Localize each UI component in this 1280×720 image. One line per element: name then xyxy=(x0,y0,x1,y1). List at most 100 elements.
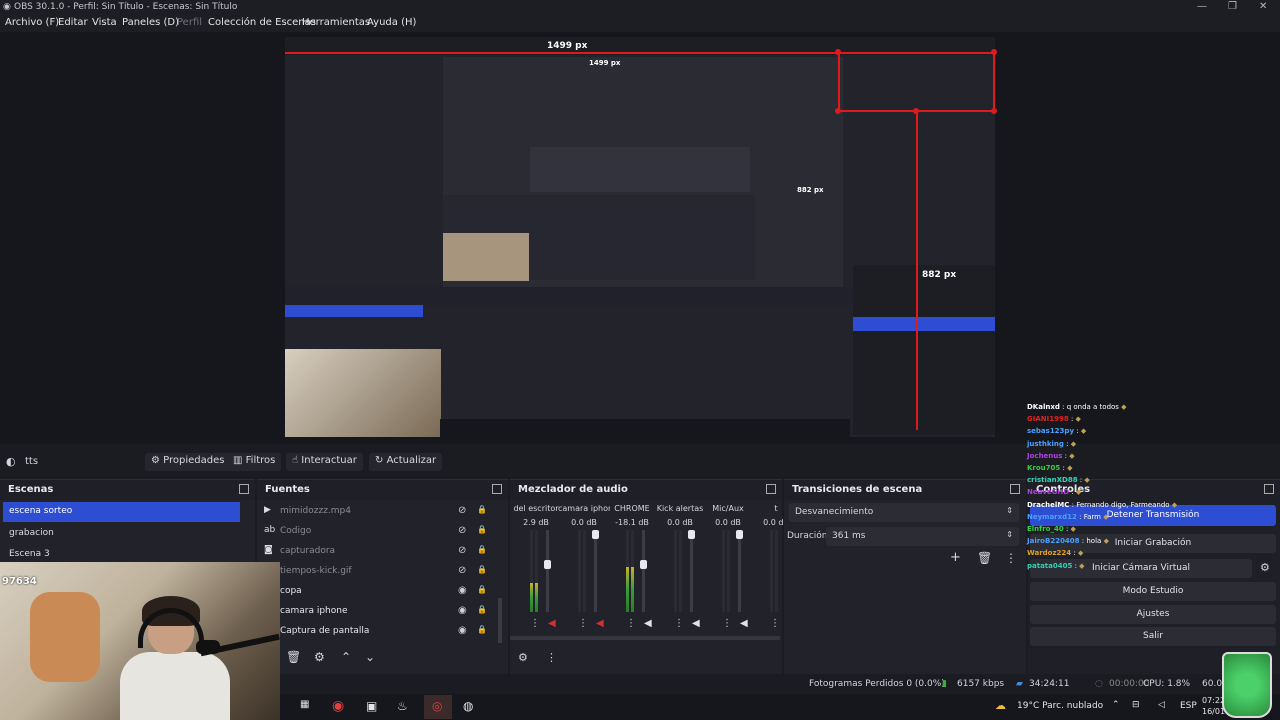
studio-mode-button[interactable]: Modo Estudio xyxy=(1030,582,1276,601)
close-button[interactable]: ✕ xyxy=(1259,1,1267,12)
channel-menu-icon[interactable]: ⋮ xyxy=(770,618,780,629)
trash-icon[interactable]: 🗑 xyxy=(286,650,301,664)
exit-button[interactable]: Salir xyxy=(1030,627,1276,646)
source-item[interactable]: ▨tiempos-kick.gif⊘🔒 xyxy=(262,563,502,582)
speaker-icon[interactable]: ◀ xyxy=(644,618,652,629)
menu-coleccion[interactable]: Colección de Escenas xyxy=(208,17,316,28)
up-arrow-icon[interactable]: ⌃ xyxy=(341,650,351,664)
channel-menu-icon[interactable]: ⋮ xyxy=(722,618,732,629)
preview-area[interactable]: 1499 px 882 px 1499 px 882 px xyxy=(0,32,1280,444)
menu-herramientas[interactable]: Herramientas xyxy=(302,17,370,28)
sources-scrollbar[interactable] xyxy=(498,598,502,643)
transition-menu-icon[interactable]: ⋮ xyxy=(1005,551,1017,565)
minimize-button[interactable]: — xyxy=(1197,1,1207,12)
chat-user: DKalnxd xyxy=(1027,403,1060,411)
filters-button[interactable]: ▥ Filtros xyxy=(227,453,282,471)
obs-task-icon[interactable]: ◎ xyxy=(432,699,442,713)
virtual-cam-gear-icon[interactable]: ⚙ xyxy=(1260,561,1270,574)
language-indicator[interactable]: ESP xyxy=(1180,701,1197,711)
menu-paneles[interactable]: Paneles (D) xyxy=(122,17,179,28)
fader-handle[interactable] xyxy=(640,560,647,569)
transition-select[interactable]: Desvanecimiento ⇕ xyxy=(789,503,1019,522)
eye-off-icon[interactable]: ⊘ xyxy=(458,505,466,516)
interact-button[interactable]: ☝ Interactuar xyxy=(286,453,363,471)
undock-icon[interactable] xyxy=(239,484,249,494)
menu-editar[interactable]: Editar xyxy=(58,17,88,28)
scene-item[interactable]: grabacion xyxy=(3,524,240,544)
mixer-scrollbar[interactable] xyxy=(510,636,780,640)
channel-menu-icon[interactable]: ⋮ xyxy=(530,618,540,629)
trash-icon[interactable]: 🗑 xyxy=(977,551,992,565)
mixer-settings-icon[interactable]: ⚙ xyxy=(518,651,528,664)
sources-toolbar: 🗑 ⚙ ⌃ ⌄ xyxy=(286,650,506,668)
undock-icon[interactable] xyxy=(1264,484,1274,494)
eye-icon[interactable]: ◉ xyxy=(458,605,467,616)
chrome-icon[interactable]: ◉ xyxy=(332,698,344,714)
width-label: 1499 px xyxy=(547,41,588,51)
channel-menu-icon[interactable]: ⋮ xyxy=(626,618,636,629)
source-item[interactable]: ab Codigo ⊘ 🔒 xyxy=(262,523,502,542)
gear-icon[interactable]: ⚙ xyxy=(314,650,325,664)
source-item[interactable]: ▨copa◉🔒 xyxy=(262,583,502,602)
fader-handle[interactable] xyxy=(592,530,599,539)
muted-icon[interactable]: ◀ xyxy=(596,618,604,629)
channel-menu-icon[interactable]: ⋮ xyxy=(578,618,588,629)
lock-icon[interactable]: 🔒 xyxy=(477,625,487,634)
volume-fader[interactable] xyxy=(592,530,599,612)
mixer-channel-db: -18.1 dB xyxy=(615,518,649,527)
down-arrow-icon[interactable]: ⌄ xyxy=(365,650,375,664)
refresh-icon: ↻ xyxy=(375,455,384,466)
fader-handle[interactable] xyxy=(736,530,743,539)
settings-button[interactable]: Ajustes xyxy=(1030,605,1276,624)
fader-handle[interactable] xyxy=(688,530,695,539)
duration-input[interactable]: 361 ms ⇕ xyxy=(826,527,1019,546)
menu-vista[interactable]: Vista xyxy=(92,17,117,28)
eye-off-icon[interactable]: ⊘ xyxy=(458,565,466,576)
menu-archivo[interactable]: Archivo (F) xyxy=(5,17,59,28)
eye-icon[interactable]: ◉ xyxy=(458,585,467,596)
clock-date[interactable]: 16/01 xyxy=(1202,707,1225,716)
channel-menu-icon[interactable]: ⋮ xyxy=(674,618,684,629)
add-transition-icon[interactable]: + xyxy=(950,550,961,565)
speaker-icon[interactable]: ◀ xyxy=(692,618,700,629)
lock-icon[interactable]: 🔒 xyxy=(477,585,487,594)
maximize-button[interactable]: ❐ xyxy=(1228,1,1237,12)
eye-off-icon[interactable]: ⊘ xyxy=(458,545,466,556)
volume-fader[interactable] xyxy=(736,530,743,612)
steam-icon[interactable]: ♨ xyxy=(397,699,408,713)
eye-off-icon[interactable]: ⊘ xyxy=(458,525,466,536)
app-icon[interactable]: ▦ xyxy=(300,699,309,710)
source-item[interactable]: ▶ mimidozzz.mp4 ⊘ 🔒 xyxy=(262,503,502,522)
menu-ayuda[interactable]: Ayuda (H) xyxy=(367,17,416,28)
other-app-icon[interactable]: ◍ xyxy=(463,699,473,713)
lock-icon[interactable]: 🔒 xyxy=(477,525,487,534)
muted-icon[interactable]: ◀ xyxy=(548,618,556,629)
cpu-usage: CPU: 1.8% xyxy=(1143,679,1191,689)
undock-icon[interactable] xyxy=(492,484,502,494)
menu-perfil[interactable]: Perfil xyxy=(177,17,202,28)
volume-fader[interactable] xyxy=(544,530,551,612)
eye-icon[interactable]: ◉ xyxy=(458,625,467,636)
spin-icon[interactable]: ⇕ xyxy=(1006,530,1013,539)
source-item[interactable]: ◙camara iphone◉🔒 xyxy=(262,603,502,622)
lock-icon[interactable]: 🔒 xyxy=(477,565,487,574)
refresh-button[interactable]: ↻ Actualizar xyxy=(369,453,443,471)
window-icon[interactable]: ▣ xyxy=(366,699,377,713)
tray-chevron-icon[interactable]: ⌃ xyxy=(1112,700,1120,710)
lock-icon[interactable]: 🔒 xyxy=(477,605,487,614)
source-item[interactable]: ◙ capturadora ⊘ 🔒 xyxy=(262,543,502,562)
volume-icon[interactable]: ◁ xyxy=(1158,700,1165,710)
properties-button[interactable]: ⚙ Propiedades xyxy=(145,453,231,471)
scene-item[interactable]: escena sorteo xyxy=(3,502,240,522)
undock-icon[interactable] xyxy=(766,484,776,494)
mixer-menu-icon[interactable]: ⋮ xyxy=(546,651,557,664)
lock-icon[interactable]: 🔒 xyxy=(477,545,487,554)
undock-icon[interactable] xyxy=(1010,484,1020,494)
source-item[interactable]: ▭Captura de pantalla◉🔒 xyxy=(262,623,502,642)
network-icon[interactable]: ⊟ xyxy=(1132,700,1140,710)
volume-fader[interactable] xyxy=(640,530,647,612)
speaker-icon[interactable]: ◀ xyxy=(740,618,748,629)
lock-icon[interactable]: 🔒 xyxy=(477,505,487,514)
fader-handle[interactable] xyxy=(544,560,551,569)
volume-fader[interactable] xyxy=(688,530,695,612)
